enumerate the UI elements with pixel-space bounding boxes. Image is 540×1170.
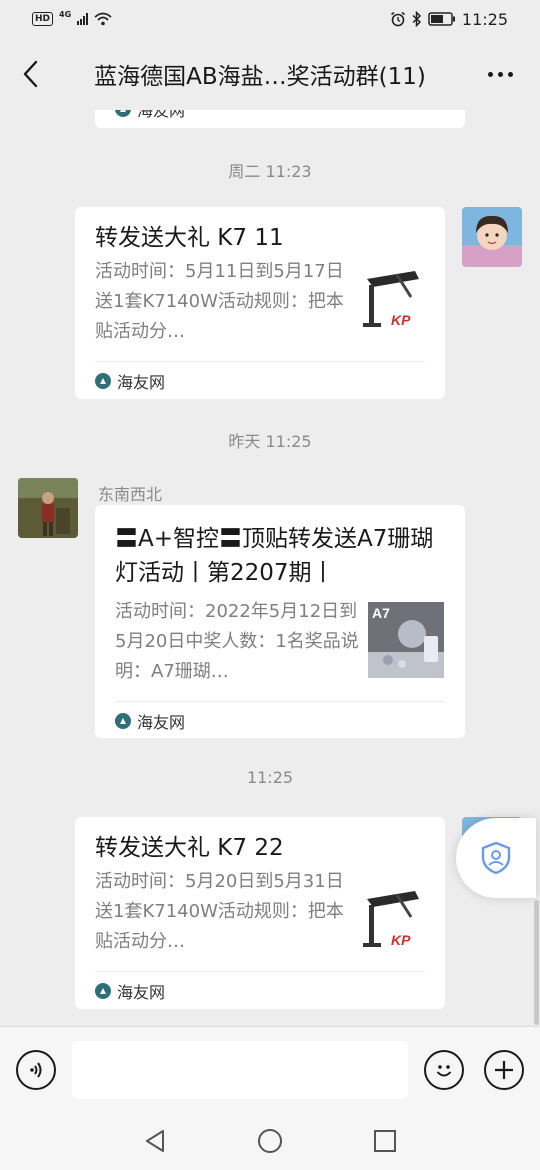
card-thumbnail: A7	[368, 602, 444, 678]
link-card[interactable]: 转发送大礼 K7 22 活动时间：5月20日到5月31日送1套K7140W活动规…	[75, 817, 445, 1009]
input-bar	[0, 1026, 540, 1112]
chevron-left-icon	[23, 60, 38, 88]
status-left: HD 4G	[32, 9, 112, 26]
avatar[interactable]	[18, 478, 78, 538]
square-recents-icon	[374, 1130, 396, 1152]
card-source: 海友网	[117, 372, 166, 392]
card-description: 活动时间：5月20日到5月31日送1套K7140W活动规则：把本贴活动分…	[95, 871, 344, 952]
alarm-icon	[390, 11, 405, 27]
timestamp: 昨天 11:25	[228, 432, 312, 451]
security-float-button[interactable]	[456, 818, 536, 898]
back-nav-button[interactable]	[140, 1126, 170, 1156]
link-card[interactable]: 〓A+智控〓顶贴转发送A7珊瑚灯活动丨第2207期丨 活动时间：2022年5月1…	[95, 505, 465, 738]
chat-header: 蓝海德国AB海盐…奖活动群(11)	[0, 38, 540, 110]
hd-badge: HD	[32, 12, 54, 26]
thumb-brand: KP	[391, 932, 411, 948]
timestamp: 周二 11:23	[228, 162, 312, 181]
card-source: 海友网	[137, 712, 186, 732]
triangle-back-icon	[146, 1130, 164, 1152]
message-input[interactable]	[72, 1041, 408, 1099]
wifi-icon	[94, 12, 112, 26]
site-logo-icon	[115, 110, 131, 117]
circle-home-icon	[258, 1129, 282, 1153]
card-footer: 海友网	[95, 971, 425, 1009]
chat-title: 蓝海德国AB海盐…奖活动群(11)	[94, 64, 426, 90]
network-label: 4G	[59, 9, 72, 19]
card-description: 活动时间：2022年5月12日到5月20日中奖人数：1名奖品说明：A7珊瑚…	[115, 601, 359, 682]
card-footer: 海友网	[115, 110, 445, 128]
status-bar: HD 4G 11:25	[0, 0, 540, 38]
plus-icon	[495, 1061, 513, 1079]
home-nav-button[interactable]	[255, 1126, 285, 1156]
voice-icon	[30, 1062, 42, 1078]
battery-icon	[428, 12, 455, 26]
chat-area[interactable]: 海友网 周二 11:23 转发送大礼 K7 11 活动时间：5月11日到5月17…	[0, 110, 540, 1026]
thumb-label: A7	[372, 605, 390, 621]
dot-icon	[497, 71, 503, 77]
card-title: 转发送大礼 K7 22	[95, 835, 284, 861]
dot-icon	[507, 71, 513, 77]
light-fixture-icon: KP	[353, 265, 429, 341]
sender-name: 东南西北	[98, 485, 163, 504]
system-nav-bar	[0, 1112, 540, 1170]
emoji-button[interactable]	[424, 1050, 464, 1090]
scrollbar[interactable]	[534, 900, 539, 1025]
emoji-icon	[436, 1065, 452, 1077]
add-button[interactable]	[484, 1050, 524, 1090]
more-button[interactable]	[460, 38, 540, 110]
status-right: 11:25	[390, 10, 508, 29]
status-time: 11:25	[461, 9, 508, 29]
card-title: 转发送大礼 K7 11	[95, 225, 284, 251]
site-logo-icon	[115, 712, 131, 729]
prev-link-card[interactable]: 海友网	[95, 110, 465, 128]
avatar[interactable]	[462, 207, 522, 267]
thumb-brand: KP	[391, 312, 411, 328]
dot-icon	[487, 71, 493, 77]
light-fixture-icon: KP	[353, 885, 429, 961]
card-title: 〓A+智控〓顶贴转发送A7珊瑚灯活动丨第2207期丨	[115, 526, 434, 586]
shield-icon	[481, 841, 511, 875]
card-footer: 海友网	[95, 361, 425, 399]
card-thumbnail: KP	[353, 265, 429, 341]
site-logo-icon	[95, 372, 111, 389]
recents-nav-button[interactable]	[370, 1126, 400, 1156]
bluetooth-icon	[412, 11, 421, 27]
card-footer: 海友网	[115, 701, 445, 739]
back-button[interactable]	[0, 38, 60, 110]
site-logo-icon	[95, 982, 111, 999]
voice-button[interactable]	[16, 1050, 56, 1090]
card-thumbnail: KP	[353, 885, 429, 961]
card-source: 海友网	[117, 982, 166, 1002]
link-card[interactable]: 转发送大礼 K7 11 活动时间：5月11日到5月17日送1套K7140W活动规…	[75, 207, 445, 399]
signal-icon	[77, 13, 89, 25]
card-description: 活动时间：5月11日到5月17日送1套K7140W活动规则：把本贴活动分…	[95, 261, 344, 342]
card-source: 海友网	[137, 110, 186, 120]
timestamp: 11:25	[246, 768, 294, 787]
